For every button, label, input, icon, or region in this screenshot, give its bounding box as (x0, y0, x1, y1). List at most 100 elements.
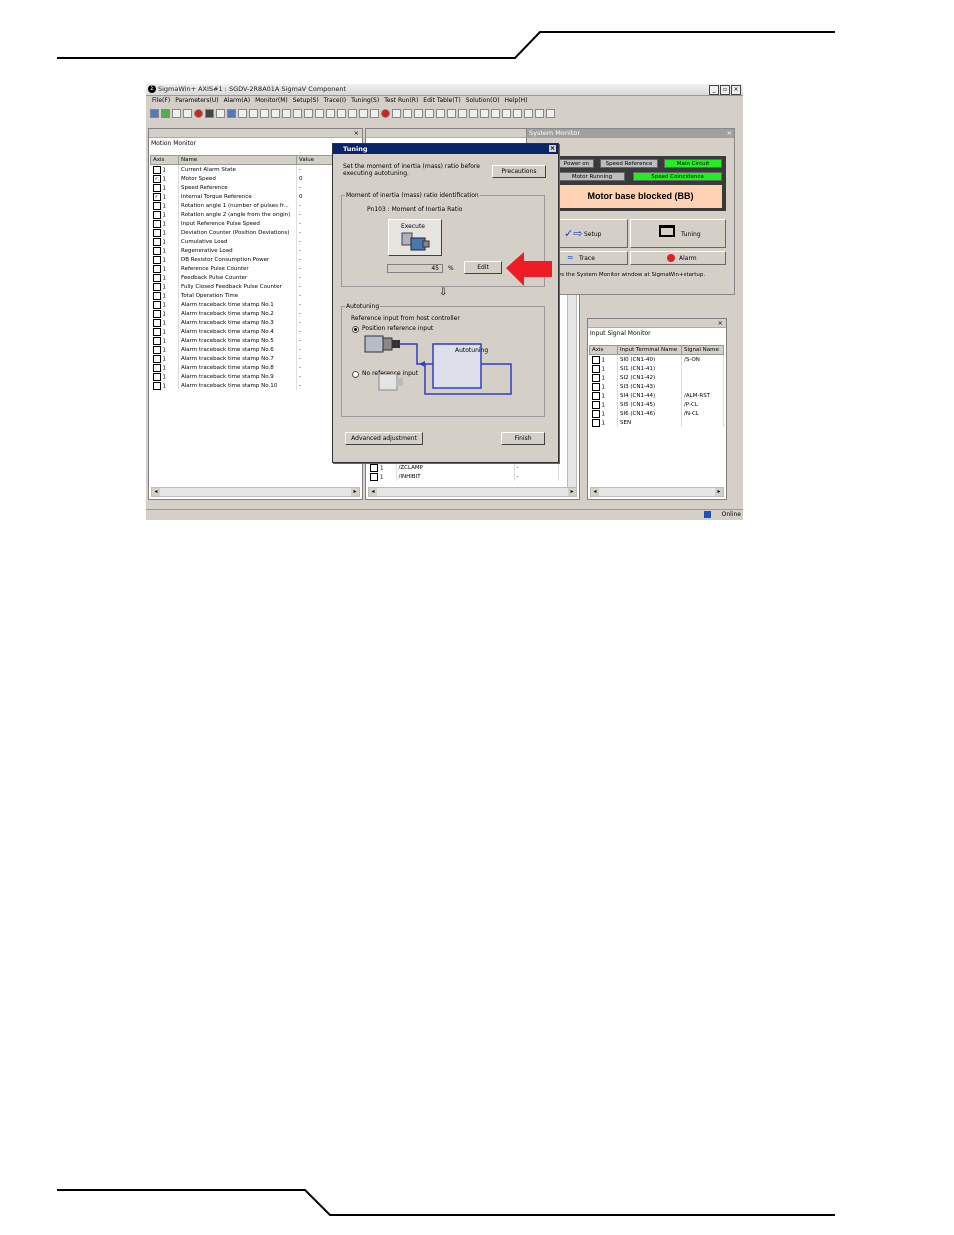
table-row[interactable]: 1 Regenerative Load - (150, 246, 360, 255)
row-checkbox[interactable] (152, 210, 161, 219)
row-checkbox[interactable] (591, 355, 600, 364)
menu-monitor[interactable]: Monitor(M) (255, 97, 288, 107)
row-checkbox[interactable] (370, 472, 378, 481)
table-row[interactable]: 1 Alarm traceback time stamp No.7- (150, 354, 360, 363)
col-input-terminal[interactable]: Input Terminal Name (617, 345, 682, 355)
motor-icon[interactable] (315, 109, 324, 118)
menu-tuning[interactable]: Tuning(S) (351, 97, 379, 107)
row-checkbox[interactable] (152, 201, 161, 210)
row-checkbox[interactable] (591, 364, 600, 373)
close-icon[interactable]: × (718, 319, 723, 327)
row-checkbox[interactable] (152, 336, 161, 345)
col-name[interactable]: Name (178, 155, 297, 165)
table-row[interactable]: 1 Alarm traceback time stamp No.6- (150, 345, 360, 354)
row-checkbox[interactable] (152, 363, 161, 372)
table-row[interactable]: 1 Alarm traceback time stamp No.5- (150, 336, 360, 345)
table-row[interactable]: 1 Fully Closed Feedback Pulse Counter - (150, 282, 360, 291)
chart-icon[interactable] (425, 109, 434, 118)
table-row[interactable]: 1 SEN (589, 418, 724, 427)
print-icon[interactable] (238, 109, 247, 118)
row-checkbox[interactable] (152, 345, 161, 354)
menu-file[interactable]: File(F) (152, 97, 170, 107)
table-row[interactable]: 1 Alarm traceback time stamp No.10- (150, 381, 360, 390)
row-checkbox[interactable] (152, 264, 161, 273)
table-row[interactable]: 1/INHIBIT - (368, 472, 559, 481)
row-checkbox[interactable] (152, 291, 161, 300)
row-checkbox[interactable] (591, 382, 600, 391)
zoom-icon[interactable] (546, 109, 555, 118)
scroll-left-icon[interactable]: ◂ (152, 488, 160, 496)
inertia-ratio-field[interactable]: 45 (387, 264, 443, 273)
close-icon[interactable]: × (549, 145, 556, 152)
table-row[interactable]: 1 SI6 (CN1-46)/N-CL (589, 409, 724, 418)
tuning-button[interactable]: Tuning (630, 219, 726, 248)
table-row[interactable]: 1 SI1 (CN1-41) (589, 364, 724, 373)
menu-solution[interactable]: Solution(O) (466, 97, 500, 107)
table-row[interactable]: ✓ 1 Internal Torque Reference 0 (150, 192, 360, 201)
origin-icon[interactable] (337, 109, 346, 118)
row-checkbox[interactable] (152, 282, 161, 291)
table-row[interactable]: 1 Current Alarm State - (150, 164, 360, 174)
parameter-icon[interactable] (172, 109, 181, 118)
maximize-button[interactable]: ▫ (720, 85, 730, 95)
info-icon[interactable] (414, 109, 423, 118)
row-checkbox[interactable] (152, 228, 161, 237)
table-row[interactable]: 1 SI4 (CN1-44)/ALM-RST (589, 391, 724, 400)
grid-icon[interactable] (216, 109, 225, 118)
table-row[interactable]: 1 Rotation angle 2 (angle from the origin… (150, 210, 360, 219)
tile-icon[interactable] (524, 109, 533, 118)
table-row[interactable]: 1 SI0 (CN1-40)/S-ON (589, 354, 724, 364)
horizontal-scrollbar[interactable]: ◂ ▸ (590, 487, 724, 497)
export-icon[interactable] (249, 109, 258, 118)
row-checkbox[interactable] (152, 183, 161, 192)
row-checkbox[interactable] (152, 219, 161, 228)
row-checkbox[interactable] (591, 418, 600, 427)
cascade-icon[interactable] (535, 109, 544, 118)
row-checkbox[interactable] (152, 327, 161, 336)
copy-icon[interactable] (392, 109, 401, 118)
menu-test-run[interactable]: Test Run(R) (384, 97, 418, 107)
table-row[interactable]: 1 Alarm traceback time stamp No.1- (150, 300, 360, 309)
setup-button[interactable]: ✓⇨ Setup (558, 219, 628, 248)
table-row[interactable]: 1 DB Resistor Consumption Power - (150, 255, 360, 264)
row-checkbox[interactable] (591, 373, 600, 382)
table-row[interactable]: 1 Input Reference Pulse Speed - (150, 219, 360, 228)
lock-icon[interactable] (348, 109, 357, 118)
execute-button[interactable]: Execute (388, 219, 442, 256)
position-reference-radio[interactable] (352, 326, 359, 333)
table-row[interactable]: 1 Alarm traceback time stamp No.8- (150, 363, 360, 372)
table-row[interactable]: 1 SI3 (CN1-43) (589, 382, 724, 391)
table-row[interactable]: 1 SI5 (CN1-45)/P-CL (589, 400, 724, 409)
close-icon[interactable]: × (354, 129, 359, 137)
scroll-left-icon[interactable]: ◂ (369, 488, 377, 496)
row-checkbox[interactable] (152, 372, 161, 381)
check-icon[interactable] (150, 109, 159, 118)
row-checkbox[interactable] (152, 237, 161, 246)
home-icon[interactable] (491, 109, 500, 118)
close-icon[interactable]: × (727, 129, 732, 137)
analysis-icon[interactable] (447, 109, 456, 118)
table-row[interactable]: 1 Alarm traceback time stamp No.3- (150, 318, 360, 327)
row-checkbox[interactable]: ✓ (152, 192, 161, 201)
tool-icon[interactable] (293, 109, 302, 118)
row-checkbox[interactable] (591, 391, 600, 400)
table-row[interactable]: ✓ 1 Motor Speed 0 (150, 174, 360, 183)
tune-icon[interactable] (359, 109, 368, 118)
row-checkbox[interactable]: ✓ (152, 174, 161, 183)
table-edit-icon[interactable] (480, 109, 489, 118)
table-row[interactable]: 1 SI2 (CN1-42) (589, 373, 724, 382)
scroll-right-icon[interactable]: ▸ (351, 488, 359, 496)
menu-edit-table[interactable]: Edit Table(T) (423, 97, 460, 107)
row-checkbox[interactable] (152, 273, 161, 282)
monitor-icon[interactable] (161, 109, 170, 118)
finish-button[interactable]: Finish (501, 432, 545, 445)
filter-icon[interactable] (370, 109, 379, 118)
stop-icon[interactable] (194, 109, 203, 118)
row-checkbox[interactable] (591, 400, 600, 409)
menu-trace[interactable]: Trace(I) (324, 97, 346, 107)
wave-icon[interactable] (183, 109, 192, 118)
page-icon[interactable] (403, 109, 412, 118)
alarm-icon[interactable] (381, 109, 390, 118)
table-row[interactable]: 1/ZCLAMP - (368, 463, 559, 472)
table-row[interactable]: 1 Alarm traceback time stamp No.4- (150, 327, 360, 336)
